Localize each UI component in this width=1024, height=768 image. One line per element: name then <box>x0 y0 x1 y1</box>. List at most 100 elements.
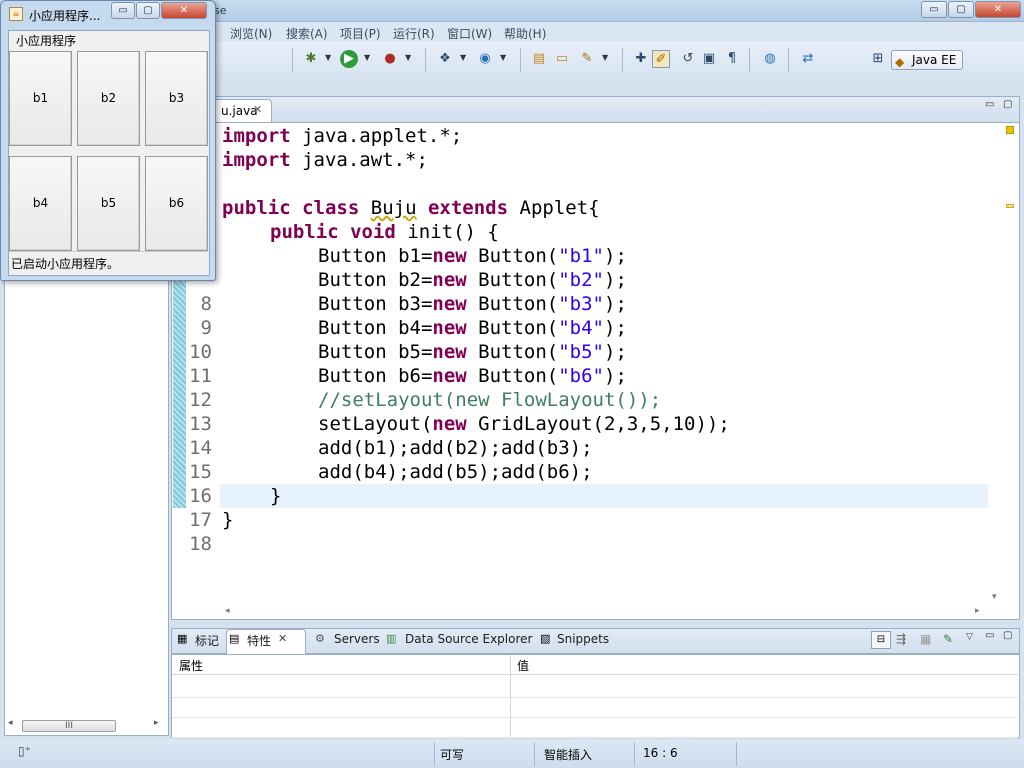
view-menu-icon[interactable]: ▽ <box>966 632 973 642</box>
markers-icon: ▦ <box>177 632 188 645</box>
code-line: public class Buju extends Applet{ <box>222 197 600 219</box>
scroll-left-icon[interactable]: ◂ <box>225 606 230 616</box>
tab-snippets[interactable]: Snippets <box>557 632 609 646</box>
applet-close-button[interactable]: ✕ <box>161 2 207 19</box>
applet-menu[interactable]: 小应用程序 <box>16 32 76 49</box>
applet-button-b6[interactable]: b6 <box>145 156 208 251</box>
applet-minimize-button[interactable]: ▭ <box>111 2 135 19</box>
line-number: 8 <box>200 293 212 315</box>
tab-servers[interactable]: Servers <box>334 632 380 646</box>
maximize-view-icon[interactable]: ▢ <box>1003 630 1012 641</box>
web-browser-icon[interactable]: ⇄ <box>799 50 817 68</box>
applet-button-b2[interactable]: b2 <box>77 51 140 146</box>
menu-run[interactable]: 运行(R) <box>393 25 435 42</box>
chevron-down-icon[interactable]: ▼ <box>325 53 331 62</box>
new-server-icon[interactable]: ❖ <box>436 50 454 68</box>
maximize-button[interactable]: ▢ <box>948 1 974 18</box>
tree-mode-icon[interactable]: ⊟ <box>871 631 891 649</box>
toolbar-separator <box>520 48 521 72</box>
search-icon[interactable]: ✎ <box>578 50 596 68</box>
debug-icon[interactable]: ✱ <box>302 50 320 68</box>
code-line: Button b1=new Button("b1"); <box>318 245 627 267</box>
chevron-down-icon[interactable]: ▼ <box>364 53 370 62</box>
snippets-icon: ▧ <box>540 632 551 645</box>
overview-ruler-marker[interactable] <box>1006 204 1014 208</box>
applet-maximize-button[interactable]: ▢ <box>136 2 160 19</box>
line-number: 17 <box>189 509 212 531</box>
chevron-down-icon[interactable]: ▼ <box>602 53 608 62</box>
applet-window: ☕ 小应用程序... ▭ ▢ ✕ 小应用程序 b1 b2 b3 b4 b5 b6… <box>0 0 216 281</box>
applet-button-b1[interactable]: b1 <box>9 51 72 146</box>
chevron-down-icon[interactable]: ▼ <box>500 53 506 62</box>
perspective-java-ee[interactable]: ◆ Java EE <box>891 50 963 70</box>
line-number: 15 <box>189 461 212 483</box>
line-number: 10 <box>189 341 212 363</box>
tab-markers[interactable]: 标记 <box>195 632 219 649</box>
show-whitespace-icon[interactable]: ▣ <box>700 50 718 68</box>
minimize-view-icon[interactable]: ▭ <box>985 99 994 110</box>
toolbar-separator <box>622 48 623 72</box>
open-folder-icon[interactable]: ▭ <box>553 50 571 68</box>
minimize-button[interactable]: ▭ <box>921 1 947 18</box>
toolbar-separator <box>425 48 426 72</box>
scroll-right-icon[interactable]: ▸ <box>975 606 980 616</box>
applet-window-title: 小应用程序... <box>29 9 101 23</box>
run-icon[interactable]: ▶ <box>340 50 358 68</box>
line-number: 14 <box>189 437 212 459</box>
line-number: 9 <box>200 317 212 339</box>
code-line: Button b2=new Button("b2"); <box>318 269 627 291</box>
tab-data-source-explorer[interactable]: Data Source Explorer <box>405 632 532 646</box>
applet-status-divider <box>9 251 209 252</box>
chevron-down-icon[interactable]: ▼ <box>405 53 411 62</box>
horizontal-scrollbar-thumb[interactable]: III <box>22 720 116 732</box>
java-ee-icon: ◆ <box>895 55 905 69</box>
properties-table-header <box>172 655 1018 675</box>
column-property[interactable]: 属性 <box>179 657 203 674</box>
highlight-icon[interactable]: ✐ <box>652 50 670 68</box>
applet-button-b4[interactable]: b4 <box>9 156 72 251</box>
fast-view-icon[interactable]: ▯⁺ <box>18 744 31 758</box>
menu-help[interactable]: 帮助(H) <box>504 25 546 42</box>
scroll-down-icon[interactable]: ▾ <box>992 592 997 602</box>
status-divider <box>534 742 535 766</box>
pilcrow-icon[interactable]: ¶ <box>723 50 741 68</box>
column-value[interactable]: 值 <box>517 657 529 674</box>
menu-window[interactable]: 窗口(W) <box>447 25 492 42</box>
toolbar-separator <box>788 48 789 72</box>
line-number: 16 <box>189 485 212 507</box>
close-icon[interactable]: ✕ <box>253 103 262 116</box>
code-line: Button b4=new Button("b4"); <box>318 317 627 339</box>
globe-icon[interactable]: ◍ <box>761 50 779 68</box>
scroll-right-icon[interactable]: ▸ <box>154 718 159 728</box>
code-comment: //setLayout(new FlowLayout()); <box>318 389 662 411</box>
close-button[interactable]: ✕ <box>975 1 1021 18</box>
applet-button-b5[interactable]: b5 <box>77 156 140 251</box>
open-type-icon[interactable]: ▤ <box>530 50 548 68</box>
tab-properties[interactable]: 特性 <box>247 632 271 649</box>
line-number: 12 <box>189 389 212 411</box>
pin-icon[interactable]: ✎ <box>943 632 953 646</box>
line-number: 11 <box>189 365 212 387</box>
filter-icon[interactable]: ▦ <box>920 632 931 646</box>
code-line: Button b6=new Button("b6"); <box>318 365 627 387</box>
minimize-view-icon[interactable]: ▭ <box>985 630 994 641</box>
data-source-icon: ▥ <box>386 632 397 645</box>
new-class-icon[interactable]: ◉ <box>476 50 494 68</box>
menu-project[interactable]: 项目(P) <box>340 25 381 42</box>
column-divider <box>510 655 511 737</box>
menu-search[interactable]: 搜索(A) <box>286 25 328 42</box>
status-bar <box>0 740 1024 768</box>
toggle-mark-icon[interactable]: ✚ <box>632 50 650 68</box>
toggle-block-icon[interactable]: ↺ <box>679 50 697 68</box>
close-icon[interactable]: ✕ <box>278 632 287 645</box>
scroll-left-icon[interactable]: ◂ <box>8 718 13 728</box>
warning-overview-marker[interactable] <box>1006 126 1014 134</box>
open-perspective-icon[interactable]: ⊞ <box>869 50 887 68</box>
categories-icon[interactable]: ⇶ <box>896 632 906 646</box>
maximize-view-icon[interactable]: ▢ <box>1003 99 1012 110</box>
menu-navigate[interactable]: 浏览(N) <box>230 25 272 42</box>
applet-button-b3[interactable]: b3 <box>145 51 208 146</box>
run-external-icon[interactable]: ● <box>381 50 399 68</box>
servers-icon: ⚙ <box>315 632 325 645</box>
chevron-down-icon[interactable]: ▼ <box>460 53 466 62</box>
